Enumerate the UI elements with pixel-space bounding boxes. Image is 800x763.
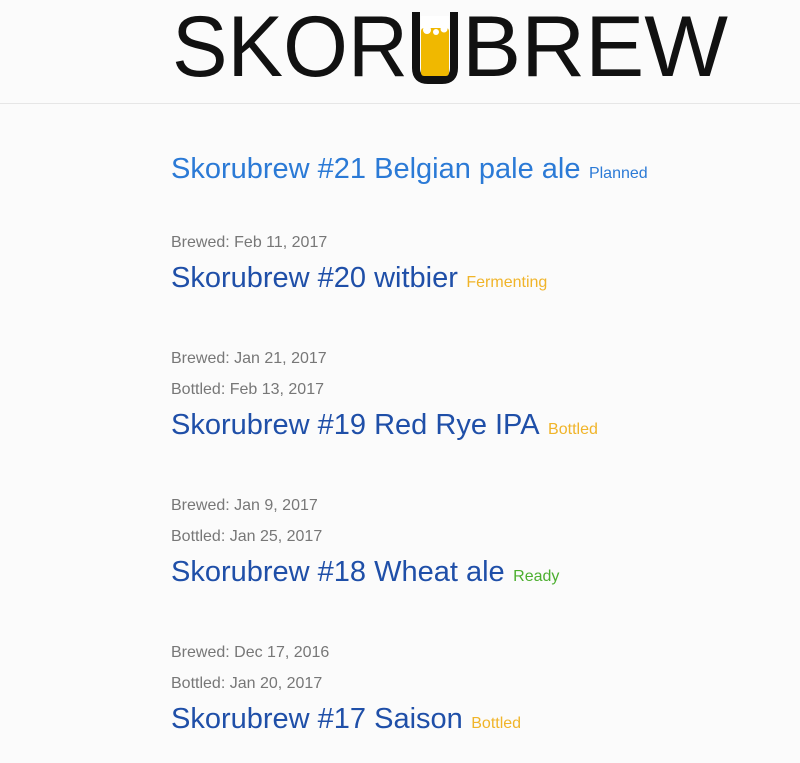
skorubrew-logo[interactable]: SKOR BREW: [172, 8, 728, 86]
brewed-date: Brewed: Jan 9, 2017: [171, 497, 318, 514]
bottled-date: Bottled: Feb 13, 2017: [171, 381, 324, 398]
brew-title-link[interactable]: Skorubrew #17 Saison: [171, 703, 463, 735]
brew-title-link[interactable]: Skorubrew #21 Belgian pale ale: [171, 153, 581, 185]
brew-title-row: Skorubrew #20 witbier Fermenting: [171, 258, 791, 298]
brew-item: Brewed: Jan 9, 2017 Bottled: Jan 25, 201…: [171, 490, 791, 592]
brew-title-row: Skorubrew #17 Saison Bottled: [171, 699, 791, 739]
brew-title-row: Skorubrew #18 Wheat ale Ready: [171, 552, 791, 592]
brew-item: Brewed: Feb 11, 2017 Skorubrew #20 witbi…: [171, 227, 791, 298]
brew-title-row: Skorubrew #19 Red Rye IPA Bottled: [171, 405, 791, 445]
brew-item: Skorubrew #21 Belgian pale ale Planned: [171, 149, 791, 189]
brew-title-link[interactable]: Skorubrew #20 witbier: [171, 262, 458, 294]
brew-item: Brewed: Jan 21, 2017 Bottled: Feb 13, 20…: [171, 343, 791, 445]
brewed-date: Brewed: Feb 11, 2017: [171, 234, 328, 251]
bottled-date: Bottled: Jan 25, 2017: [171, 528, 323, 545]
brewed-date: Brewed: Dec 17, 2016: [171, 644, 330, 661]
status-badge: Ready: [513, 568, 560, 585]
status-badge: Bottled: [471, 715, 522, 732]
bottled-date: Bottled: Jan 20, 2017: [171, 675, 323, 692]
brew-title-link[interactable]: Skorubrew #19 Red Rye IPA: [171, 409, 540, 441]
site-header: SKOR BREW: [0, 0, 800, 104]
status-badge: Planned: [588, 165, 648, 182]
status-badge: Fermenting: [466, 274, 548, 291]
brewed-date: Brewed: Jan 21, 2017: [171, 350, 327, 367]
beer-glass-icon: [412, 12, 458, 84]
brew-title-row: Skorubrew #21 Belgian pale ale Planned: [171, 149, 791, 189]
brew-title-link[interactable]: Skorubrew #18 Wheat ale: [171, 556, 505, 588]
logo-text-right: BREW: [462, 8, 728, 86]
brew-item: Brewed: Dec 17, 2016 Bottled: Jan 20, 20…: [171, 637, 791, 739]
logo-text-left: SKOR: [172, 8, 408, 86]
status-badge: Bottled: [548, 421, 598, 438]
